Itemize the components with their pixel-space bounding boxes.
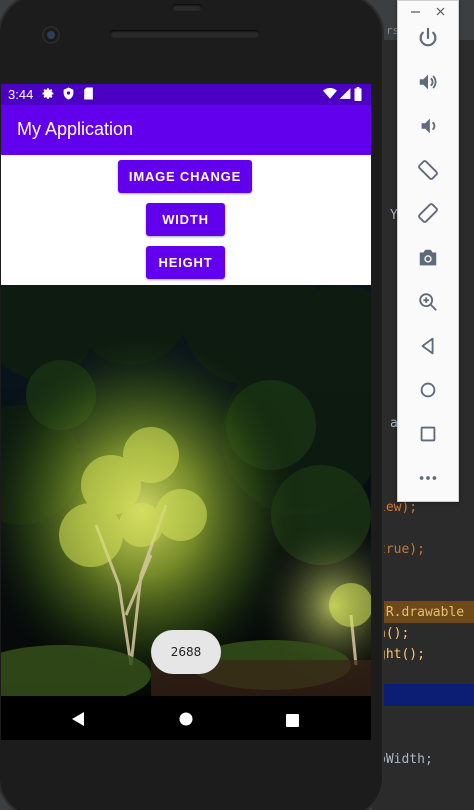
status-time: 3:44 [8, 87, 34, 102]
wifi-icon [323, 87, 337, 103]
sdcard-icon [83, 87, 94, 103]
back-icon[interactable] [413, 331, 443, 361]
overview-icon[interactable] [413, 419, 443, 449]
emulator-stage: rs llro Y a iew); true); (R.drawable h()… [0, 0, 474, 810]
code-line: ght(); [378, 647, 425, 662]
front-camera [42, 26, 60, 44]
emulator-toolbar [397, 0, 459, 502]
app-bar: My Application [1, 105, 371, 155]
image-change-button[interactable]: IMAGE CHANGE [118, 160, 252, 193]
ide-selected-line [372, 684, 474, 706]
device-screen: 3:44 My Application IMAGE CHANGE WIDTH H… [1, 84, 371, 740]
zoom-icon[interactable] [413, 287, 443, 317]
top-sensor [172, 4, 202, 11]
toolbar-window-controls [398, 1, 458, 16]
earpiece-speaker [110, 30, 260, 38]
volume-down-icon[interactable] [413, 111, 443, 141]
minimize-icon[interactable] [411, 1, 420, 13]
toast-message: 2688 [151, 630, 221, 674]
navigation-bar [1, 696, 371, 740]
app-title: My Application [17, 119, 134, 139]
camera-icon[interactable] [413, 243, 443, 273]
rotate-right-icon[interactable] [413, 198, 443, 228]
code-line: (R.drawable [378, 605, 465, 620]
height-button[interactable]: HEIGHT [146, 246, 225, 279]
close-icon[interactable] [436, 1, 445, 16]
volume-up-icon[interactable] [413, 67, 443, 97]
code-line: pWidth; [378, 752, 433, 767]
home-icon[interactable] [413, 375, 443, 405]
recents-icon[interactable] [286, 712, 299, 731]
width-button[interactable]: WIDTH [146, 203, 225, 236]
back-icon[interactable] [72, 711, 84, 730]
status-bar: 3:44 [1, 84, 371, 105]
home-icon[interactable] [179, 711, 193, 730]
signal-icon [339, 87, 351, 103]
rotate-left-icon[interactable] [413, 155, 443, 185]
shield-icon [62, 87, 75, 103]
battery-icon [354, 87, 362, 104]
more-icon[interactable] [413, 463, 443, 493]
code-line: true); [378, 542, 425, 557]
power-icon[interactable] [413, 23, 443, 53]
button-panel: IMAGE CHANGE WIDTH HEIGHT [1, 155, 371, 285]
gear-icon [42, 87, 55, 103]
